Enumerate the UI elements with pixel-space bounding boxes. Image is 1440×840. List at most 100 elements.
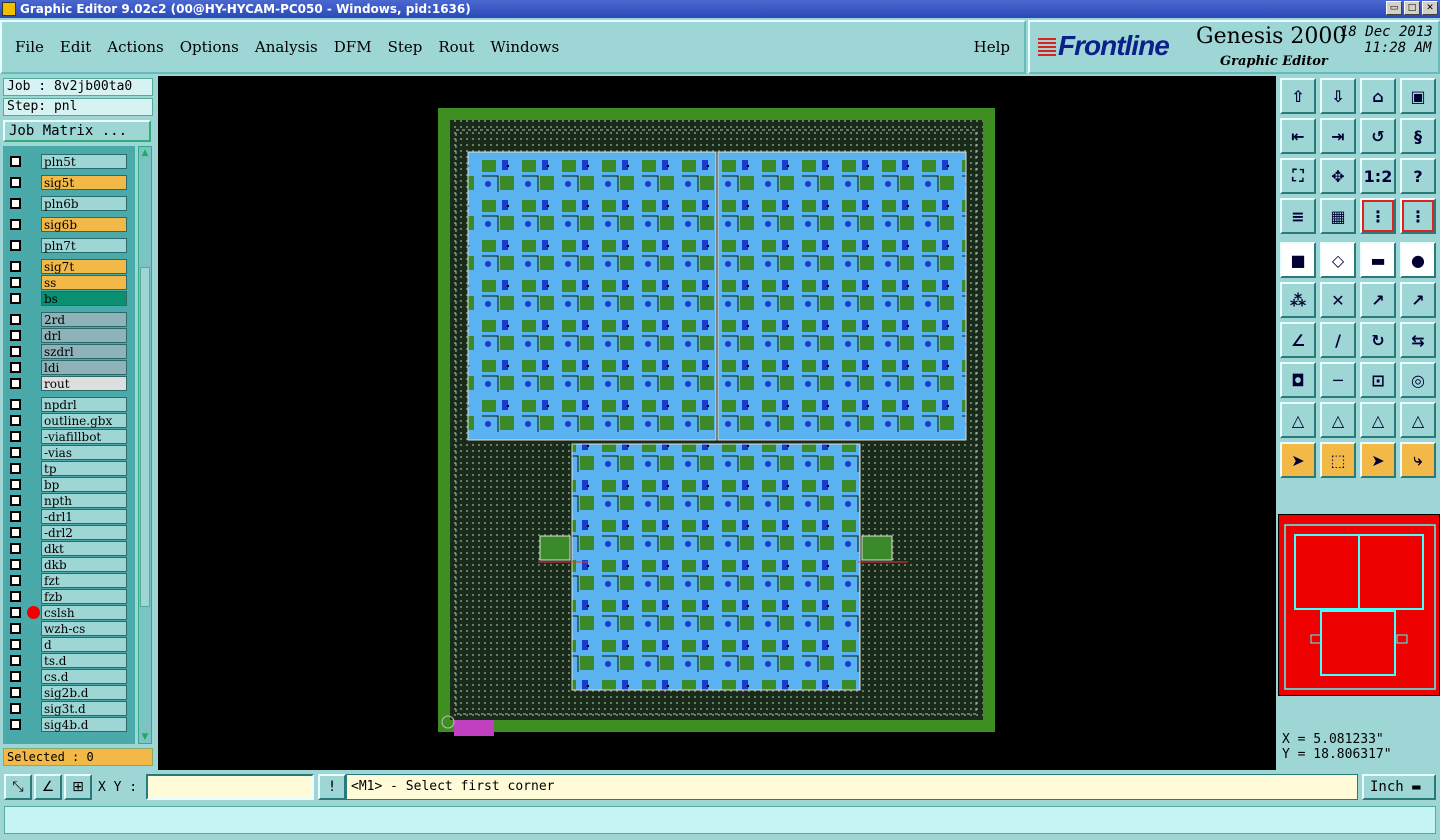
layer-visibility-checkbox[interactable] bbox=[10, 559, 21, 570]
layer-visibility-checkbox[interactable] bbox=[10, 277, 21, 288]
window-tool-button[interactable]: ▣ bbox=[1400, 78, 1436, 114]
layer-name[interactable]: cslsh bbox=[41, 605, 127, 620]
layer-row[interactable]: -vias bbox=[5, 445, 131, 460]
layer-visibility-checkbox[interactable] bbox=[10, 671, 21, 682]
ruler-tool-button[interactable]: ▬ bbox=[1360, 242, 1396, 278]
layer-visibility-checkbox[interactable] bbox=[10, 431, 21, 442]
layer-visibility-checkbox[interactable] bbox=[10, 655, 21, 666]
layer-name[interactable]: 2rd bbox=[41, 312, 127, 327]
snap-grid-icon[interactable]: ⊞ bbox=[64, 774, 92, 800]
layer-row[interactable]: fzb bbox=[5, 589, 131, 604]
menu-rout[interactable]: Rout bbox=[437, 36, 475, 58]
graphic-canvas[interactable] bbox=[158, 76, 1276, 770]
menu-windows[interactable]: Windows bbox=[489, 36, 560, 58]
layer-visibility-checkbox[interactable] bbox=[10, 415, 21, 426]
angle-tool-button[interactable]: ∠ bbox=[1280, 322, 1316, 358]
layer-name[interactable]: wzh-cs bbox=[41, 621, 127, 636]
layer-name[interactable]: -drl2 bbox=[41, 525, 127, 540]
layer-name[interactable]: npth bbox=[41, 493, 127, 508]
line-alt-tool-button[interactable]: ↗ bbox=[1400, 282, 1436, 318]
units-dropdown[interactable]: Inch ▬ bbox=[1362, 774, 1436, 800]
layer-name[interactable]: ts.d bbox=[41, 653, 127, 668]
job-matrix-button[interactable]: Job Matrix ... bbox=[3, 120, 151, 142]
menu-analysis[interactable]: Analysis bbox=[254, 36, 319, 58]
layer-row[interactable]: pln5t bbox=[5, 154, 131, 169]
layer-row[interactable]: -drl2 bbox=[5, 525, 131, 540]
scroll-thumb[interactable] bbox=[140, 267, 150, 607]
menu-help[interactable]: Help bbox=[974, 38, 1010, 56]
layer-visibility-checkbox[interactable] bbox=[10, 719, 21, 730]
help-tool-button[interactable]: ? bbox=[1400, 158, 1436, 194]
measure-tools-tool-button[interactable]: ≡ bbox=[1280, 198, 1316, 234]
layer-visibility-checkbox[interactable] bbox=[10, 156, 21, 167]
grid-tool-button[interactable]: ▦ bbox=[1320, 198, 1356, 234]
layer-row[interactable]: tp bbox=[5, 461, 131, 476]
layer-list[interactable]: pln5t sig5t pln6b sig6b pln7t sig7t ss bs 2rd drl… bbox=[3, 146, 135, 744]
layer-scrollbar[interactable]: ▲ ▼ bbox=[138, 146, 152, 744]
left-tool-button[interactable]: ⇤ bbox=[1280, 118, 1316, 154]
layer-row[interactable]: npth bbox=[5, 493, 131, 508]
scroll-down-icon[interactable]: ▼ bbox=[140, 732, 150, 742]
snap-tool-button[interactable]: ⋮ bbox=[1360, 198, 1396, 234]
layer-name[interactable]: -vias bbox=[41, 445, 127, 460]
dot-tool-button[interactable]: ● bbox=[1400, 242, 1436, 278]
swap-tool-button[interactable]: ↺ bbox=[1360, 118, 1396, 154]
layer-row[interactable]: dkb bbox=[5, 557, 131, 572]
layer-visibility-checkbox[interactable] bbox=[10, 479, 21, 490]
layer-name[interactable]: bp bbox=[41, 477, 127, 492]
menu-options[interactable]: Options bbox=[179, 36, 240, 58]
scroll-up-icon[interactable]: ▲ bbox=[140, 148, 150, 158]
restore-button[interactable]: ▭ bbox=[1386, 1, 1402, 15]
layer-row[interactable]: npdrl bbox=[5, 397, 131, 412]
layer-name[interactable]: fzt bbox=[41, 573, 127, 588]
layer-visibility-checkbox[interactable] bbox=[10, 261, 21, 272]
zoom-area-icon[interactable]: ⤡ bbox=[4, 774, 32, 800]
layer-name[interactable]: d bbox=[41, 637, 127, 652]
layer-visibility-checkbox[interactable] bbox=[10, 362, 21, 373]
layer-row[interactable]: drl bbox=[5, 328, 131, 343]
pcb-panel-drawing[interactable] bbox=[158, 76, 1276, 770]
pointer-alt-tool-button[interactable]: ➤ bbox=[1360, 442, 1396, 478]
layer-visibility-checkbox[interactable] bbox=[10, 346, 21, 357]
layer-visibility-checkbox[interactable] bbox=[10, 240, 21, 251]
flip-tool-button[interactable]: ⇆ bbox=[1400, 322, 1436, 358]
layer-visibility-checkbox[interactable] bbox=[10, 495, 21, 506]
layer-visibility-checkbox[interactable] bbox=[10, 463, 21, 474]
menu-edit[interactable]: Edit bbox=[59, 36, 92, 58]
layer-visibility-checkbox[interactable] bbox=[10, 591, 21, 602]
layer-name[interactable]: ldi bbox=[41, 360, 127, 375]
diag-tool-button[interactable]: / bbox=[1320, 322, 1356, 358]
layer-name[interactable]: rout bbox=[41, 376, 127, 391]
layer-visibility-checkbox[interactable] bbox=[10, 527, 21, 538]
layer-row[interactable]: sig6b bbox=[5, 217, 131, 232]
menu-actions[interactable]: Actions bbox=[106, 36, 164, 58]
layer-visibility-checkbox[interactable] bbox=[10, 447, 21, 458]
layer-visibility-checkbox[interactable] bbox=[10, 687, 21, 698]
layer-row[interactable]: sig3t.d bbox=[5, 701, 131, 716]
menu-dfm[interactable]: DFM bbox=[333, 36, 373, 58]
layer-row[interactable]: ldi bbox=[5, 360, 131, 375]
xy-input[interactable] bbox=[146, 774, 314, 800]
poly-tool-button[interactable]: ◇ bbox=[1320, 242, 1356, 278]
layer-row[interactable]: sig7t bbox=[5, 259, 131, 274]
export-tool-button[interactable]: ⇧ bbox=[1280, 78, 1316, 114]
panel-overview-map[interactable] bbox=[1278, 514, 1440, 696]
layer-name[interactable]: tp bbox=[41, 461, 127, 476]
alert-icon[interactable]: ! bbox=[318, 774, 346, 800]
tri-cross-tool-button[interactable]: △ bbox=[1400, 402, 1436, 438]
layer-name[interactable]: npdrl bbox=[41, 397, 127, 412]
layer-name[interactable]: cs.d bbox=[41, 669, 127, 684]
layer-row[interactable]: rout bbox=[5, 376, 131, 391]
layer-name[interactable]: sig4b.d bbox=[41, 717, 127, 732]
home-tool-button[interactable]: ⌂ bbox=[1360, 78, 1396, 114]
layer-name[interactable]: -drl1 bbox=[41, 509, 127, 524]
layer-name[interactable]: bs bbox=[41, 291, 127, 306]
minus-tool-button[interactable]: ─ bbox=[1320, 362, 1356, 398]
layer-row[interactable]: -viafillbot bbox=[5, 429, 131, 444]
snap-alt-tool-button[interactable]: ⋮ bbox=[1400, 198, 1436, 234]
layer-row[interactable]: cs.d bbox=[5, 669, 131, 684]
layer-name[interactable]: fzb bbox=[41, 589, 127, 604]
layer-name[interactable]: drl bbox=[41, 328, 127, 343]
layer-visibility-checkbox[interactable] bbox=[10, 623, 21, 634]
route-tool-button[interactable]: ⤷ bbox=[1400, 442, 1436, 478]
